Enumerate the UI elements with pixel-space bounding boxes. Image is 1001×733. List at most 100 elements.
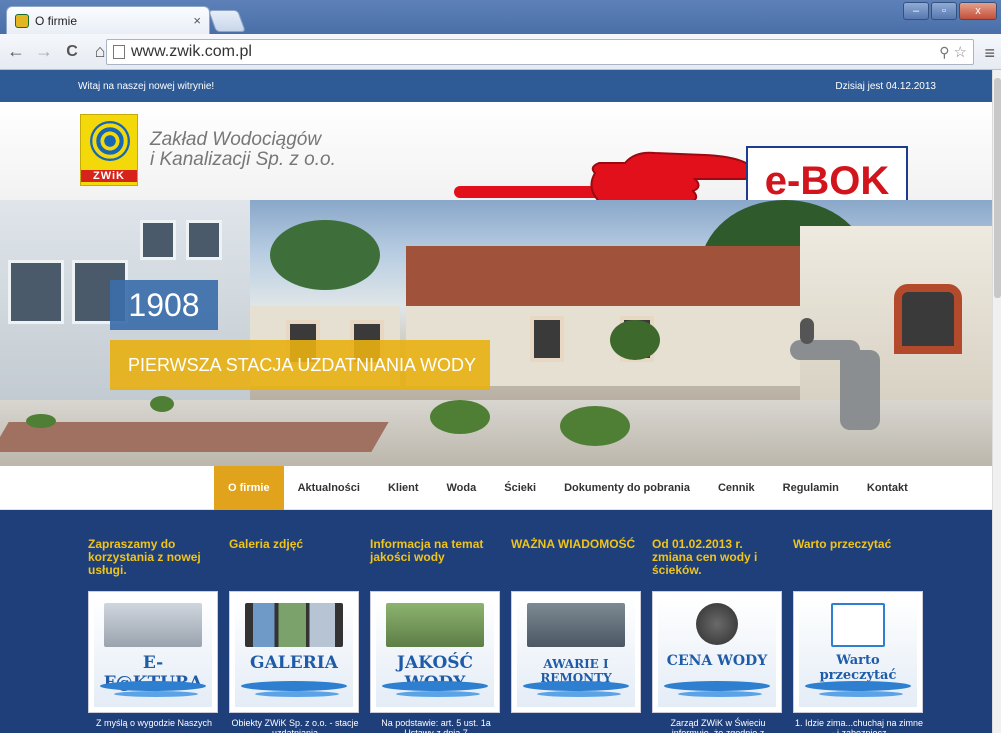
wave-shape <box>114 691 198 697</box>
wave-shape <box>664 681 770 691</box>
address-bar[interactable]: www.zwik.com.pl ⚲ ☆ <box>106 39 974 65</box>
nav-item-kontakt[interactable]: Kontakt <box>853 466 922 510</box>
back-button[interactable]: ← <box>4 40 28 64</box>
tab-title: O firmie <box>35 13 77 28</box>
browser-menu-icon[interactable]: ≡ <box>984 43 995 64</box>
wave-shape <box>678 691 762 697</box>
browser-toolbar: ← → C ⌂ www.zwik.com.pl ⚲ ☆ ≡ <box>0 34 1001 70</box>
coins-icon <box>696 603 738 645</box>
shrub-shape <box>610 320 660 360</box>
wave-shape <box>537 691 621 697</box>
main-navigation: O firmie Aktualności Klient Woda Ścieki … <box>0 466 992 510</box>
wave-shape <box>523 681 629 691</box>
pointer-arrow-shaft <box>454 186 604 198</box>
logo-wordmark: ZWiK <box>81 170 137 182</box>
card-image-caption: GALERIA <box>250 653 338 673</box>
card-image-galeria[interactable]: GALERIA <box>229 591 359 713</box>
window-shape <box>530 316 564 362</box>
wave-shape <box>805 681 911 691</box>
card-image-warto-przeczytac[interactable]: Warto przeczytać <box>793 591 923 713</box>
card-heading[interactable]: Informacja na temat jakości wody <box>370 538 502 564</box>
close-window-button[interactable]: x <box>959 2 997 20</box>
title-bar: O firmie × – ▫ x <box>0 0 1001 34</box>
card-image-caption: CENA WODY <box>666 653 768 669</box>
wave-shape <box>241 681 347 691</box>
wave-shape <box>819 691 903 697</box>
window-shape <box>8 260 64 324</box>
logo-emblem-icon <box>90 121 130 161</box>
pipe-shape <box>840 350 880 430</box>
feature-panel: Zapraszamy do korzystania z nowej usługi… <box>0 510 992 733</box>
maximize-button[interactable]: ▫ <box>931 2 957 20</box>
nav-item-klient[interactable]: Klient <box>374 466 433 510</box>
company-name-line1: Zakład Wodociągów <box>150 129 322 150</box>
current-date: Dzisiaj jest 04.12.2013 <box>835 81 936 92</box>
card-image-caption: Warto przeczytać <box>819 653 897 683</box>
forward-button[interactable]: → <box>32 40 56 64</box>
card-heading[interactable]: WAŻNA WIADOMOŚĆ <box>511 538 643 551</box>
card-image-cena-wody[interactable]: CENA WODY <box>652 591 782 713</box>
paved-path <box>0 422 389 452</box>
at-sign-icon <box>104 603 202 647</box>
card-heading[interactable]: Zapraszamy do korzystania z nowej usługi… <box>88 538 220 577</box>
arched-window-shape <box>894 284 962 354</box>
zwik-logo[interactable]: ZWiK <box>80 114 138 186</box>
company-name-line2: i Kanalizacji Sp. z o.o. <box>150 149 336 170</box>
hero-caption: PIERWSZA STACJA UZDATNIANIA WODY <box>110 340 490 390</box>
card-heading[interactable]: Warto przeczytać <box>793 538 925 551</box>
welcome-text: Witaj na naszej nowej witrynie! <box>78 81 215 92</box>
open-book-icon <box>831 603 885 647</box>
card-image-efaktura[interactable]: E-F@KTURA <box>88 591 218 713</box>
web-page: Witaj na naszej nowej witrynie! Dzisiaj … <box>0 70 992 733</box>
valve-shape <box>800 318 814 344</box>
nav-item-cennik[interactable]: Cennik <box>704 466 769 510</box>
browser-tab[interactable]: O firmie × <box>6 6 210 34</box>
site-header: ZWiK Zakład Wodociągów i Kanalizacji Sp.… <box>0 102 992 216</box>
card-description: Obiekty ZWiK Sp. z o.o. - stacje uzdatni… <box>231 718 359 733</box>
vertical-scrollbar[interactable] <box>992 70 1001 733</box>
water-pipe-icon <box>527 603 625 647</box>
card-heading[interactable]: Galeria zdjęć <box>229 538 361 551</box>
nav-item-scieki[interactable]: Ścieki <box>490 466 550 510</box>
window-shape <box>140 220 176 260</box>
hero-banner: 1908 PIERWSZA STACJA UZDATNIANIA WODY <box>0 200 992 466</box>
window-controls: – ▫ x <box>903 2 997 20</box>
tree-shape <box>270 220 380 290</box>
year-badge: 1908 <box>110 280 218 330</box>
wave-shape <box>382 681 488 691</box>
tab-close-icon[interactable]: × <box>193 13 201 28</box>
nav-item-o-firmie[interactable]: O firmie <box>214 466 284 510</box>
company-name: Zakład Wodociągów i Kanalizacji Sp. z o.… <box>150 130 336 170</box>
shrub-shape <box>430 400 490 434</box>
scrollbar-thumb[interactable] <box>994 78 1001 298</box>
reload-button[interactable]: C <box>60 40 84 64</box>
card-description: Z myślą o wygodzie Naszych <box>95 718 213 728</box>
url-text[interactable]: www.zwik.com.pl <box>131 43 939 61</box>
nav-item-aktualnosci[interactable]: Aktualności <box>284 466 374 510</box>
card-image-jakosc-wody[interactable]: JAKOŚĆ WODY <box>370 591 500 713</box>
new-tab-button[interactable] <box>207 10 247 32</box>
card-description: 1. Idzie zima...chuchaj na zimne - i zab… <box>794 718 924 733</box>
water-tap-icon <box>386 603 484 647</box>
nav-item-woda[interactable]: Woda <box>433 466 491 510</box>
wave-shape <box>100 681 206 691</box>
browser-chrome: O firmie × – ▫ x ← → C ⌂ www.zwik.com.pl… <box>0 0 1001 70</box>
top-info-bar: Witaj na naszej nowej witrynie! Dzisiaj … <box>0 70 992 102</box>
window-shape <box>186 220 222 260</box>
card-image-awarie[interactable]: AWARIE I REMONTY <box>511 591 641 713</box>
favicon-icon <box>15 13 29 28</box>
wave-shape <box>255 691 339 697</box>
nav-item-regulamin[interactable]: Regulamin <box>769 466 853 510</box>
building-right <box>800 226 992 406</box>
nav-item-dokumenty[interactable]: Dokumenty do pobrania <box>550 466 704 510</box>
bookmark-star-icon[interactable]: ☆ <box>954 43 967 61</box>
card-description: Zarząd ZWiK w Świeciu informuje, że zgod… <box>670 718 766 733</box>
card-heading[interactable]: Od 01.02.2013 r. zmiana cen wody i ściek… <box>652 538 784 577</box>
film-strip-icon <box>245 603 343 647</box>
card-description: Na podstawie: art. 5 ust. 1a Ustawy z dn… <box>381 718 491 733</box>
wave-shape <box>396 691 480 697</box>
page-icon <box>113 45 125 59</box>
shrub-shape <box>560 406 630 446</box>
minimize-button[interactable]: – <box>903 2 929 20</box>
zoom-icon[interactable]: ⚲ <box>939 44 949 61</box>
